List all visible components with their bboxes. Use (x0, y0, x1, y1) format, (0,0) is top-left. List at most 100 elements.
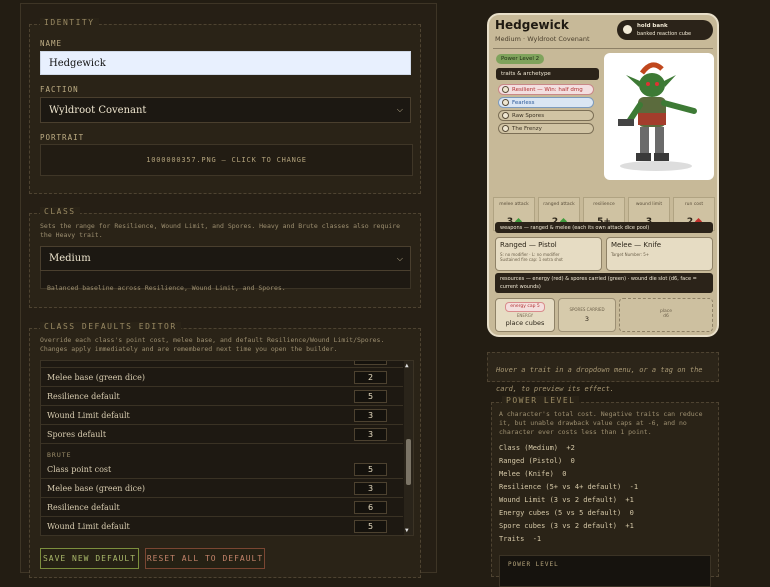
goblin-portrait-icon (618, 62, 697, 171)
power-description: A character's total cost. Negative trait… (499, 410, 703, 436)
scroll-down-icon[interactable]: ▼ (405, 527, 409, 534)
save-default-button[interactable]: SAVE NEW DEFAULT (40, 548, 139, 569)
spores-value: 3 (584, 315, 590, 323)
portrait-label: PORTRAIT (40, 133, 85, 142)
defaults-row: Wound Limit default 3 (41, 406, 403, 425)
power-line: Wound Limit (3 vs 2 default) +1 (499, 496, 634, 504)
defaults-row: Resilience default 5 (41, 387, 403, 406)
class-description-text: Balanced baseline across Resilience, Wou… (47, 284, 286, 292)
hold-bank-title: hold bank (637, 23, 668, 29)
defaults-row: Melee base (green dice) 3 (41, 479, 403, 498)
trait-hint-text: Hover a trait in a dropdown menu, or a t… (496, 366, 703, 393)
name-label: NAME (40, 39, 63, 48)
power-total-box: POWER LEVEL (499, 555, 711, 587)
melee-weapon-box[interactable]: Melee — Knife Target Number: 5+ (606, 237, 713, 271)
class-section: CLASS Sets the range for Resilience, Wou… (29, 207, 421, 308)
trait-label: Raw Spores (512, 112, 545, 119)
power-line: Traits -1 (499, 535, 542, 543)
trait-label: Resilient — Win: half dmg (512, 86, 583, 93)
card-name: Hedgewick (495, 18, 569, 32)
power-badge: Power Level 2 (496, 54, 545, 64)
energy-slot[interactable]: energy cap 5 ENERGY place cubes (495, 298, 555, 332)
weapons-header: weapons — ranged & melee (each its own a… (495, 222, 713, 233)
spores-slot[interactable]: SPORES CARRIED 3 (558, 298, 616, 332)
power-level-section: POWER LEVEL A character's total cost. Ne… (491, 396, 719, 587)
scrollbar-thumb[interactable] (406, 439, 411, 485)
defaults-row-label: Resilience default (47, 391, 120, 401)
stat-label: ranged attack (543, 202, 575, 207)
faction-select[interactable]: Wyldroot Covenant ⌵ (40, 97, 411, 123)
class-defaults-editor: CLASS DEFAULTS EDITOR Override each clas… (29, 322, 421, 578)
defaults-row-label: Resilience default (47, 502, 120, 512)
trait-label: The Frenzy (512, 125, 542, 132)
trait-tag-frenzy[interactable]: The Frenzy (498, 123, 594, 134)
trait-tag-raw-spores[interactable]: Raw Spores (498, 110, 594, 121)
defaults-row (41, 361, 403, 368)
portrait-image[interactable] (604, 53, 714, 180)
power-line: Spore cubes (3 vs 2 default) +1 (499, 522, 634, 530)
trait-dot (502, 86, 509, 93)
chevron-down-icon: ⌵ (396, 253, 403, 263)
defaults-value-input[interactable]: 5 (354, 462, 387, 476)
resources-header: resources — energy (red) & spores carrie… (495, 273, 713, 293)
defaults-row: Class point cost 5 (41, 460, 403, 479)
defaults-row-label: Spores default (47, 429, 107, 439)
spores-label: SPORES CARRIED (569, 307, 605, 312)
class-select-value: Medium (49, 253, 91, 264)
scrollbar[interactable]: ▲ ▼ (404, 361, 413, 535)
ranged-weapon-box[interactable]: Ranged — Pistol S: no modifier · L: no m… (495, 237, 602, 271)
stat-label: wound limit (635, 202, 663, 207)
scroll-up-icon[interactable]: ▲ (405, 362, 409, 369)
hold-bank-slot[interactable]: hold bank banked reaction cube (617, 20, 713, 40)
defaults-rows: Melee base (green dice) 2 Resilience defa… (41, 361, 403, 535)
defaults-row-label: Wound Limit default (47, 410, 130, 420)
defaults-row-label: Wound Limit default (47, 521, 130, 531)
defaults-value-input[interactable]: 6 (354, 500, 387, 514)
defaults-value-input[interactable]: 3 (354, 427, 387, 441)
hold-bank-dot (623, 25, 632, 34)
class-hint: Sets the range for Resilience, Wound Lim… (40, 222, 401, 239)
defaults-row-label: Melee base (green dice) (47, 372, 146, 382)
defaults-value-input[interactable]: 5 (354, 519, 387, 533)
name-input[interactable]: Hedgewick (40, 51, 411, 75)
character-card: Hedgewick Medium · Wyldroot Covenant hol… (487, 13, 719, 337)
stat-label: run cost (684, 202, 704, 207)
defaults-row: Wound Limit default 5 (41, 517, 403, 535)
class-description: Balanced baseline across Resilience, Wou… (40, 271, 411, 292)
power-line: Class (Medium) +2 (499, 444, 575, 452)
power-line: Melee (Knife) 0 (499, 470, 567, 478)
faction-label: FACTION (40, 85, 79, 94)
wound-die-slot[interactable]: place d6 (619, 298, 713, 332)
divider (493, 48, 713, 49)
reset-all-button[interactable]: RESET ALL TO DEFAULT (145, 548, 265, 569)
melee-weapon-title: Melee — Knife (611, 241, 662, 249)
trait-tag-resilient[interactable]: Resilient — Win: half dmg (498, 84, 594, 95)
power-line: Ranged (Pistol) 0 (499, 457, 575, 465)
defaults-value-input[interactable]: 3 (354, 481, 387, 495)
energy-cap-badge: energy cap 5 (505, 302, 545, 312)
power-line: Resilience (5+ vs 4+ default) -1 (499, 483, 639, 491)
defaults-value-input[interactable]: 5 (354, 389, 387, 403)
defaults-row: Spores default 3 (41, 425, 403, 444)
editor-legend: CLASS DEFAULTS EDITOR (40, 322, 181, 331)
defaults-row: Melee base (green dice) 2 (41, 368, 403, 387)
defaults-value-input[interactable]: 2 (354, 370, 387, 384)
trait-dot (502, 99, 509, 106)
defaults-value-input[interactable] (354, 361, 387, 365)
hold-bank-sub: banked reaction cube (637, 31, 692, 37)
identity-legend: IDENTITY (40, 18, 99, 27)
trait-tag-fearless[interactable]: Fearless (498, 97, 594, 108)
defaults-row: Resilience default 6 (41, 498, 403, 517)
class-select[interactable]: Medium ⌵ (40, 246, 411, 271)
wound-sub: d6 (663, 314, 669, 319)
defaults-value-input[interactable]: 3 (354, 408, 387, 422)
faction-select-value: Wyldroot Covenant (49, 104, 147, 116)
defaults-row-label: Class point cost (47, 464, 112, 474)
defaults-scroll-list[interactable]: Melee base (green dice) 2 Resilience defa… (40, 360, 414, 536)
identity-section: IDENTITY NAME Hedgewick FACTION Wyldroot… (29, 18, 421, 194)
portrait-picker[interactable]: 1000000357.PNG — CLICK TO CHANGE (40, 144, 413, 176)
chevron-down-icon: ⌵ (396, 105, 403, 114)
editor-hint: Override each class's point cost, melee … (40, 336, 385, 353)
melee-weapon-line1: Target Number: 5+ (611, 252, 650, 257)
trait-dot (502, 125, 509, 132)
